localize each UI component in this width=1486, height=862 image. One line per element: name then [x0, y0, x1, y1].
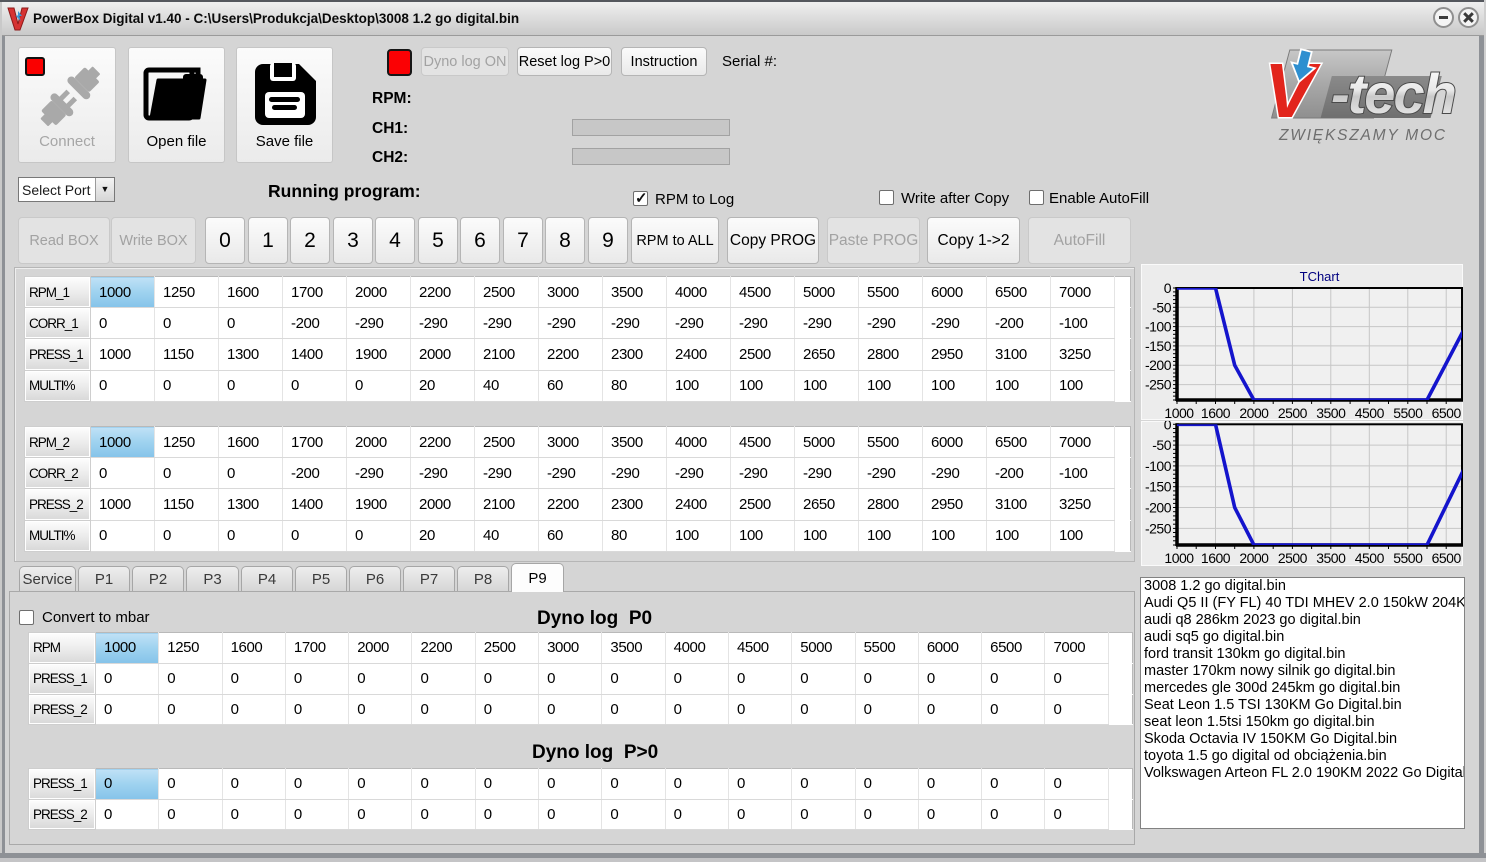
svg-text:1000: 1000: [1164, 550, 1194, 566]
svg-text:-50: -50: [1152, 299, 1171, 315]
svg-text:2500: 2500: [1278, 550, 1308, 566]
svg-text:1600: 1600: [1201, 550, 1231, 566]
svg-text:-100: -100: [1145, 319, 1172, 335]
svg-text:4500: 4500: [1355, 550, 1385, 566]
svg-text:3500: 3500: [1316, 405, 1346, 420]
svg-text:-200: -200: [1145, 500, 1172, 516]
svg-text:-50: -50: [1152, 437, 1171, 453]
svg-text:2500: 2500: [1278, 405, 1308, 420]
svg-text:-100: -100: [1145, 458, 1172, 474]
svg-text:-200: -200: [1145, 357, 1172, 373]
svg-text:0: 0: [1164, 421, 1172, 432]
svg-text:-250: -250: [1145, 377, 1172, 393]
svg-text:4500: 4500: [1355, 405, 1385, 420]
svg-text:6500: 6500: [1432, 405, 1462, 420]
svg-text:5500: 5500: [1393, 405, 1423, 420]
svg-text:1600: 1600: [1201, 405, 1231, 420]
svg-text:5500: 5500: [1393, 550, 1423, 566]
svg-text:-150: -150: [1145, 338, 1172, 354]
svg-text:0: 0: [1164, 280, 1172, 296]
svg-text:-tech: -tech: [1331, 62, 1455, 125]
svg-text:TChart: TChart: [1300, 269, 1340, 284]
svg-text:1000: 1000: [1164, 405, 1194, 420]
svg-text:3500: 3500: [1316, 550, 1346, 566]
svg-text:2000: 2000: [1239, 550, 1269, 566]
svg-text:-150: -150: [1145, 479, 1172, 495]
svg-text:2000: 2000: [1239, 405, 1269, 420]
svg-text:ZWIĘKSZAMY MOC: ZWIĘKSZAMY MOC: [1278, 127, 1447, 144]
svg-text:6500: 6500: [1432, 550, 1462, 566]
svg-text:-250: -250: [1145, 520, 1172, 536]
svg-text:V: V: [1264, 48, 1321, 134]
